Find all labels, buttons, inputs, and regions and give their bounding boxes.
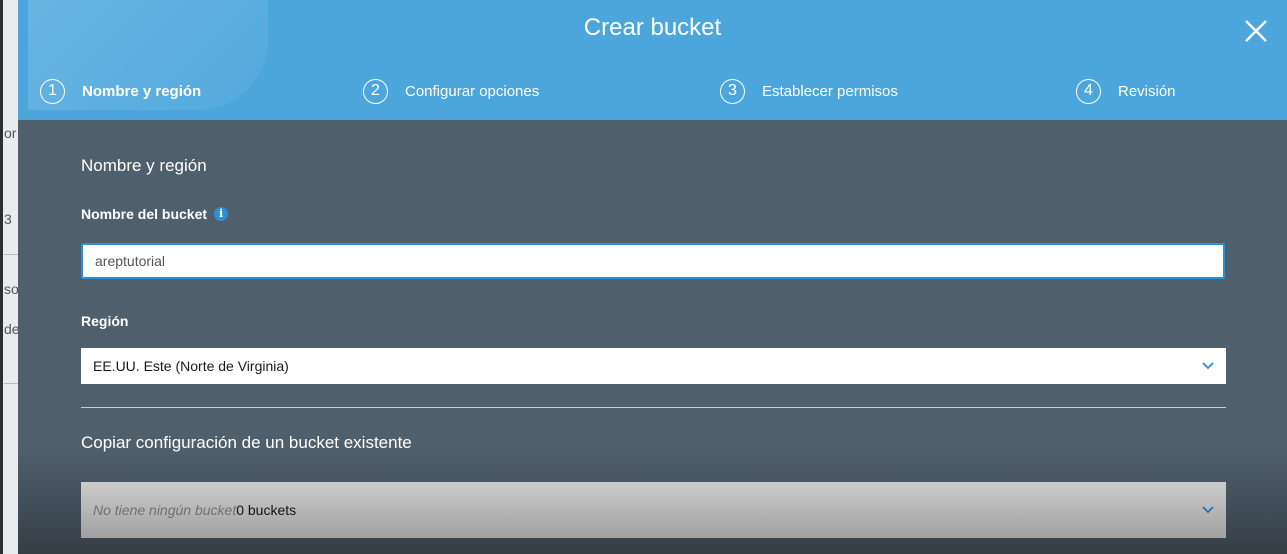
section-title: Nombre y región (81, 156, 207, 175)
step-label: Configurar opciones (405, 82, 540, 100)
create-bucket-dialog: Crear bucket 1 Nombre y región 2 Configu… (18, 0, 1287, 554)
background-divider (4, 383, 18, 384)
dialog-body: Nombre y región Nombre del bucket i Regi… (18, 120, 1287, 554)
step-label: Revisión (1118, 82, 1176, 100)
copy-bucket-count: 0 buckets (236, 502, 297, 518)
bucket-name-label-text: Nombre del bucket (81, 206, 208, 222)
chevron-down-icon (1202, 506, 1214, 514)
background-text: 3 (4, 211, 12, 227)
background-text: or (4, 125, 17, 141)
wizard-steps: 1 Nombre y región 2 Configurar opciones … (18, 76, 1287, 106)
step-nombre-region[interactable]: 1 Nombre y región (40, 76, 201, 106)
step-label: Establecer permisos (762, 82, 898, 100)
info-icon[interactable]: i (214, 207, 229, 221)
step-configurar-opciones[interactable]: 2 Configurar opciones (363, 76, 539, 106)
window-edge (0, 0, 3, 554)
section-divider (81, 407, 1226, 408)
copy-settings-title: Copiar configuración de un bucket existe… (81, 433, 412, 452)
dialog-header: Crear bucket 1 Nombre y región 2 Configu… (18, 0, 1287, 120)
background-text: de (4, 321, 18, 337)
region-select[interactable]: EE.UU. Este (Norte de Virginia) (81, 348, 1226, 384)
close-icon[interactable] (1242, 17, 1270, 45)
step-number: 4 (1076, 78, 1101, 104)
background-text: so (4, 281, 18, 297)
step-revision[interactable]: 4 Revisión (1076, 76, 1176, 106)
dialog-title: Crear bucket (583, 14, 722, 41)
copy-bucket-placeholder: No tiene ningún bucket (93, 502, 237, 518)
bucket-name-label: Nombre del bucket i (81, 206, 229, 222)
chevron-down-icon (1202, 362, 1214, 370)
step-number: 2 (363, 78, 388, 104)
copy-bucket-select[interactable]: No tiene ningún bucket 0 buckets (81, 482, 1226, 538)
background-page: or 3 so de (0, 0, 18, 554)
step-label: Nombre y región (82, 82, 202, 100)
region-label: Región (81, 313, 129, 329)
region-selected-value: EE.UU. Este (Norte de Virginia) (93, 358, 289, 374)
background-divider (4, 254, 18, 255)
step-establecer-permisos[interactable]: 3 Establecer permisos (720, 76, 898, 106)
bucket-name-input[interactable] (81, 243, 1225, 279)
step-number: 3 (720, 78, 745, 104)
step-number: 1 (40, 78, 65, 104)
